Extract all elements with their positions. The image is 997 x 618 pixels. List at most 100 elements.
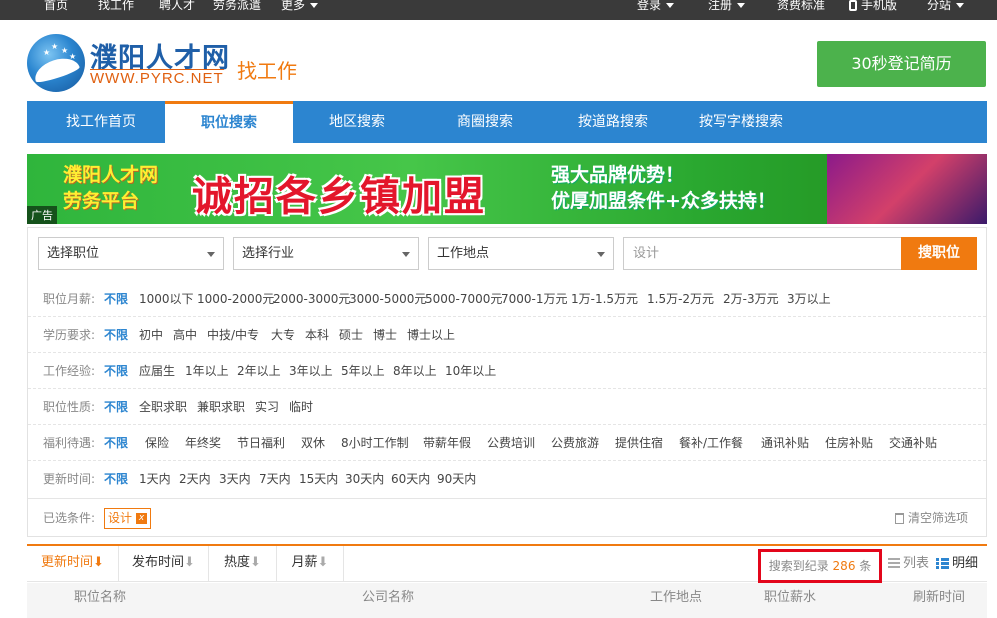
banner-right-line2: 优厚加盟条件+众多扶持！ [551,190,776,212]
selected-condition-tag[interactable]: 设计 x [104,508,152,529]
filter-option[interactable]: 博士 [373,317,397,353]
filter-option[interactable]: 应届生 [139,353,175,389]
top-link-fees[interactable]: 资费标准 [777,0,825,15]
top-link-find-job[interactable]: 找工作 [98,0,134,15]
location-select[interactable]: 工作地点 [428,237,614,270]
nav-item-job-home[interactable]: 找工作首页 [47,101,155,143]
clear-filters-button[interactable]: 清空筛选项 [895,499,968,537]
filter-option[interactable]: 90天内 [437,461,476,497]
top-link-labor[interactable]: 劳务派遣 [213,0,261,15]
top-menu-branch[interactable]: 分站 [927,0,965,15]
filter-option[interactable]: 8年以上 [393,353,437,389]
top-link-hire[interactable]: 聘人才 [159,0,195,15]
filter-option[interactable]: 中技/中专 [207,317,259,353]
filter-option[interactable]: 大专 [271,317,295,353]
filter-label: 职位性质: [43,400,96,414]
filter-option[interactable]: 7000-1万元 [501,281,568,317]
filter-option[interactable]: 2年以上 [237,353,281,389]
filter-option[interactable]: 博士以上 [407,317,455,353]
banner-left-text: 濮阳人才网 劳务平台 [63,162,158,214]
filter-option[interactable]: 2000-3000元 [273,281,350,317]
industry-select-value: 选择行业 [242,246,295,261]
filter-option[interactable]: 年终奖 [185,425,221,461]
filter-option[interactable]: 不限 [104,389,128,425]
keyword-input[interactable]: 设计 [623,237,902,270]
filter-option[interactable]: 60天内 [391,461,430,497]
filter-option[interactable]: 临时 [289,389,313,425]
view-list-button[interactable]: 列表 [888,546,929,582]
filter-option[interactable]: 通讯补贴 [761,425,809,461]
filter-option[interactable]: 1年以上 [185,353,229,389]
filter-option[interactable]: 带薪年假 [423,425,471,461]
filter-option[interactable]: 1万-1.5万元 [571,281,638,317]
filter-option[interactable]: 兼职求职 [197,389,245,425]
close-icon[interactable]: x [136,513,148,524]
chevron-down-icon [207,252,215,257]
filter-option[interactable]: 3年以上 [289,353,333,389]
nav-item-office-building-search[interactable]: 按写字楼搜索 [687,101,795,143]
filter-option[interactable]: 1天内 [139,461,171,497]
filter-option[interactable]: 公费培训 [487,425,535,461]
filter-option[interactable]: 3万以上 [787,281,831,317]
filter-option[interactable]: 2天内 [179,461,211,497]
position-select[interactable]: 选择职位 [38,237,224,270]
filter-option[interactable]: 1000以下 [139,281,194,317]
filter-option[interactable]: 8小时工作制 [341,425,409,461]
filter-option[interactable]: 1.5万-2万元 [647,281,714,317]
nav-item-position-search[interactable]: 职位搜索 [165,101,293,144]
filter-option[interactable]: 15天内 [299,461,338,497]
nav-item-region-search[interactable]: 地区搜索 [303,101,411,143]
filter-option[interactable]: 餐补/工作餐 [679,425,743,461]
filter-option[interactable]: 双休 [301,425,325,461]
filter-option[interactable]: 3000-5000元 [349,281,426,317]
nav-item-business-district-search[interactable]: 商圈搜索 [431,101,539,143]
filter-label: 更新时间: [43,472,96,486]
sort-by-update-time[interactable]: 更新时间⬇ [27,546,119,582]
top-menu-register[interactable]: 注册 [708,0,746,15]
industry-select[interactable]: 选择行业 [233,237,419,270]
top-menu-branch-label: 分站 [927,0,952,12]
sort-by-popularity[interactable]: 热度⬇ [209,546,277,582]
filter-option[interactable]: 3天内 [219,461,251,497]
filter-option[interactable]: 节日福利 [237,425,285,461]
filter-option[interactable]: 10年以上 [445,353,496,389]
filter-option[interactable]: 初中 [139,317,163,353]
filter-option[interactable]: 不限 [104,461,128,497]
site-logo-icon[interactable]: ★ ★ ★ ★ [27,34,85,92]
filter-option[interactable]: 5000-7000元 [425,281,502,317]
filter-option[interactable]: 1000-2000元 [197,281,274,317]
sort-label: 更新时间 [41,555,94,570]
filter-option[interactable]: 提供住宿 [615,425,663,461]
sort-by-publish-time[interactable]: 发布时间⬇ [119,546,209,582]
filter-option[interactable]: 30天内 [345,461,384,497]
register-resume-button[interactable]: 30秒登记简历 [817,41,986,87]
sort-by-salary[interactable]: 月薪⬇ [277,546,344,582]
filter-option[interactable]: 保险 [145,425,169,461]
filter-option[interactable]: 7天内 [259,461,291,497]
filter-option[interactable]: 不限 [104,353,128,389]
filter-option[interactable]: 不限 [104,425,128,461]
filter-option[interactable]: 全职求职 [139,389,187,425]
ad-banner[interactable]: 濮阳人才网 劳务平台 诚招各乡镇加盟 强大品牌优势！ 优厚加盟条件+众多扶持！ … [27,154,987,224]
filter-option[interactable]: 硕士 [339,317,363,353]
top-link-home[interactable]: 首页 [44,0,68,15]
top-menu-login[interactable]: 登录 [637,0,675,15]
sort-label: 热度 [224,555,251,570]
filter-option[interactable]: 实习 [255,389,279,425]
top-link-mobile[interactable]: 手机版 [849,0,897,15]
filter-option[interactable]: 高中 [173,317,197,353]
filter-row-job-type: 职位性质: 不限 全职求职 兼职求职 实习 临时 [28,389,986,425]
filter-option[interactable]: 2万-3万元 [723,281,779,317]
filter-option[interactable]: 不限 [104,317,128,353]
top-menu-more[interactable]: 更多 [281,0,319,15]
filter-option[interactable]: 住房补贴 [825,425,873,461]
arrow-down-icon: ⬇ [184,555,195,570]
filter-option[interactable]: 公费旅游 [551,425,599,461]
search-jobs-button[interactable]: 搜职位 [901,237,977,270]
filter-option[interactable]: 交通补贴 [889,425,937,461]
nav-item-road-search[interactable]: 按道路搜索 [557,101,669,143]
filter-option[interactable]: 本科 [305,317,329,353]
filter-option[interactable]: 5年以上 [341,353,385,389]
view-detail-button[interactable]: 明细 [936,546,978,582]
filter-option[interactable]: 不限 [104,281,128,317]
